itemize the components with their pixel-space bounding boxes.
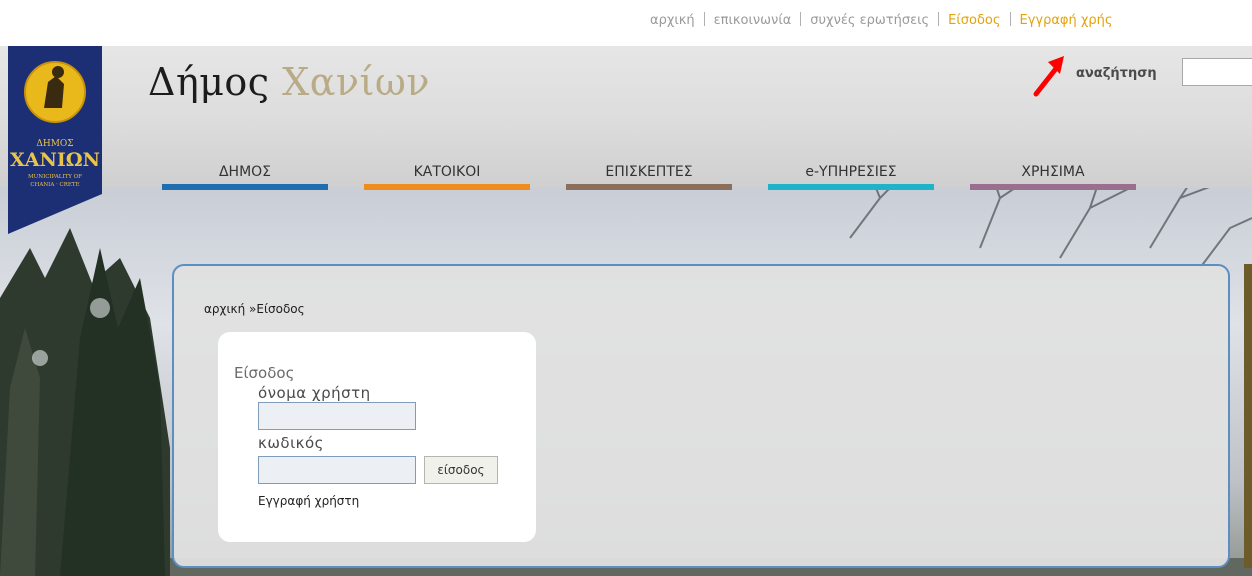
- breadcrumb-current: Είσοδος: [256, 302, 305, 316]
- login-title: Είσοδος: [234, 364, 295, 382]
- username-input[interactable]: [258, 402, 416, 430]
- password-label: κωδικός: [258, 434, 324, 452]
- divider: [703, 12, 705, 26]
- site-title-light: Χανίων: [282, 60, 430, 104]
- nav-item-katoikoi[interactable]: ΚΑΤΟΙΚΟΙ: [364, 162, 530, 190]
- svg-text:ΔΗΜΟΣ: ΔΗΜΟΣ: [36, 139, 73, 149]
- nav-item-episkeptes[interactable]: ΕΠΙΣΚΕΠΤΕΣ: [566, 162, 732, 190]
- top-link-register[interactable]: Εγγραφή χρής: [1020, 13, 1113, 28]
- divider: [1009, 12, 1011, 26]
- svg-text:CHANIA · CRETE: CHANIA · CRETE: [30, 182, 79, 188]
- breadcrumb-home-link[interactable]: αρχική: [204, 302, 245, 316]
- top-link-contact[interactable]: επικοινωνία: [714, 13, 792, 28]
- site-title-dark: Δήμος: [148, 60, 283, 104]
- decor-strip: [1244, 264, 1252, 568]
- nav-color-bar: [364, 184, 530, 190]
- login-submit-button[interactable]: είσοδος: [424, 456, 498, 484]
- annotation-arrow-icon: [1033, 56, 1064, 97]
- password-input[interactable]: [258, 456, 416, 484]
- svg-text:MUNICIPALITY OF: MUNICIPALITY OF: [28, 174, 82, 180]
- site-title[interactable]: Δήμος Χανίων: [148, 60, 430, 104]
- nav-item-label: ΧΡΗΣΙΜΑ: [1021, 164, 1085, 180]
- username-label: όνομα χρήστη: [258, 384, 371, 402]
- top-link-home[interactable]: αρχική: [650, 13, 695, 28]
- search-input[interactable]: [1182, 58, 1252, 86]
- top-link-login[interactable]: Είσοδος: [948, 13, 1000, 28]
- nav-item-dimos[interactable]: ΔΗΜΟΣ: [162, 162, 328, 190]
- breadcrumb: αρχική »Είσοδος: [204, 302, 305, 316]
- nav-color-bar: [768, 184, 934, 190]
- municipality-crest-logo[interactable]: ΔΗΜΟΣ ΧΑΝΙΩΝ MUNICIPALITY OF CHANIA · CR…: [8, 46, 102, 234]
- divider: [800, 12, 802, 26]
- nav-item-xrisima[interactable]: ΧΡΗΣΙΜΑ: [970, 162, 1136, 190]
- login-box: Είσοδος όνομα χρήστη κωδικός είσοδος Εγγ…: [218, 332, 536, 542]
- top-link-faq[interactable]: συχνές ερωτήσεις: [810, 13, 929, 28]
- nav-color-bar: [162, 184, 328, 190]
- register-user-link[interactable]: Εγγραφή χρήστη: [258, 494, 359, 508]
- nav-item-label: ΔΗΜΟΣ: [218, 164, 272, 180]
- content-panel: αρχική »Είσοδος Είσοδος όνομα χρήστη κωδ…: [172, 264, 1230, 568]
- nav-color-bar: [566, 184, 732, 190]
- svg-text:ΧΑΝΙΩΝ: ΧΑΝΙΩΝ: [10, 149, 100, 171]
- nav-color-bar: [970, 184, 1136, 190]
- nav-item-label: e-ΥΠΗΡΕΣΙΕΣ: [805, 164, 897, 180]
- nav-item-e-ypiresies[interactable]: e-ΥΠΗΡΕΣΙΕΣ: [768, 162, 934, 190]
- divider: [938, 12, 940, 26]
- nav-item-label: ΚΑΤΟΙΚΟΙ: [413, 164, 481, 180]
- nav-item-label: ΕΠΙΣΚΕΠΤΕΣ: [605, 164, 693, 180]
- search-label: αναζήτηση: [1076, 66, 1157, 81]
- top-links: αρχική επικοινωνία συχνές ερωτήσεις Είσοδος…: [650, 12, 1252, 28]
